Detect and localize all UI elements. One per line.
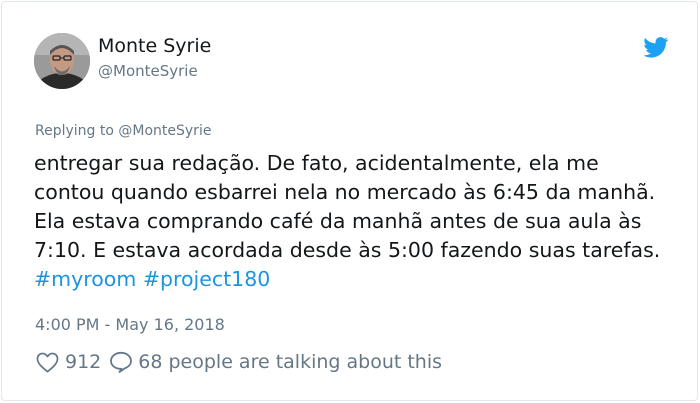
tweet-actions: 912 68 people are talking about this	[36, 349, 442, 375]
replying-to-handle-link[interactable]: @MonteSyrie	[118, 123, 211, 139]
replying-to-label: Replying to	[35, 123, 119, 139]
avatar-photo	[34, 33, 90, 89]
author-avatar[interactable]	[34, 33, 90, 89]
comment-bubble-icon[interactable]	[109, 351, 133, 373]
tweet-timestamp[interactable]: 4:00 PM - May 16, 2018	[35, 315, 225, 334]
author-display-name[interactable]: Monte Syrie	[98, 35, 211, 57]
heart-icon[interactable]	[36, 352, 59, 373]
replying-to-line: Replying to @MonteSyrie	[35, 123, 211, 139]
hashtag-project180[interactable]: #project180	[143, 267, 270, 291]
tweet-card: Monte Syrie @MonteSyrie Replying to @Mon…	[1, 1, 698, 401]
talking-about-text[interactable]: 68 people are talking about this	[138, 351, 442, 373]
author-handle[interactable]: @MonteSyrie	[98, 62, 198, 80]
tweet-text: entregar sua redação. De fato, acidental…	[34, 151, 661, 262]
twitter-bird-icon[interactable]	[643, 37, 669, 58]
hashtag-myroom[interactable]: #myroom	[34, 267, 136, 291]
like-count[interactable]: 912	[65, 351, 101, 373]
tweet-body: entregar sua redação. De fato, acidental…	[34, 149, 674, 294]
